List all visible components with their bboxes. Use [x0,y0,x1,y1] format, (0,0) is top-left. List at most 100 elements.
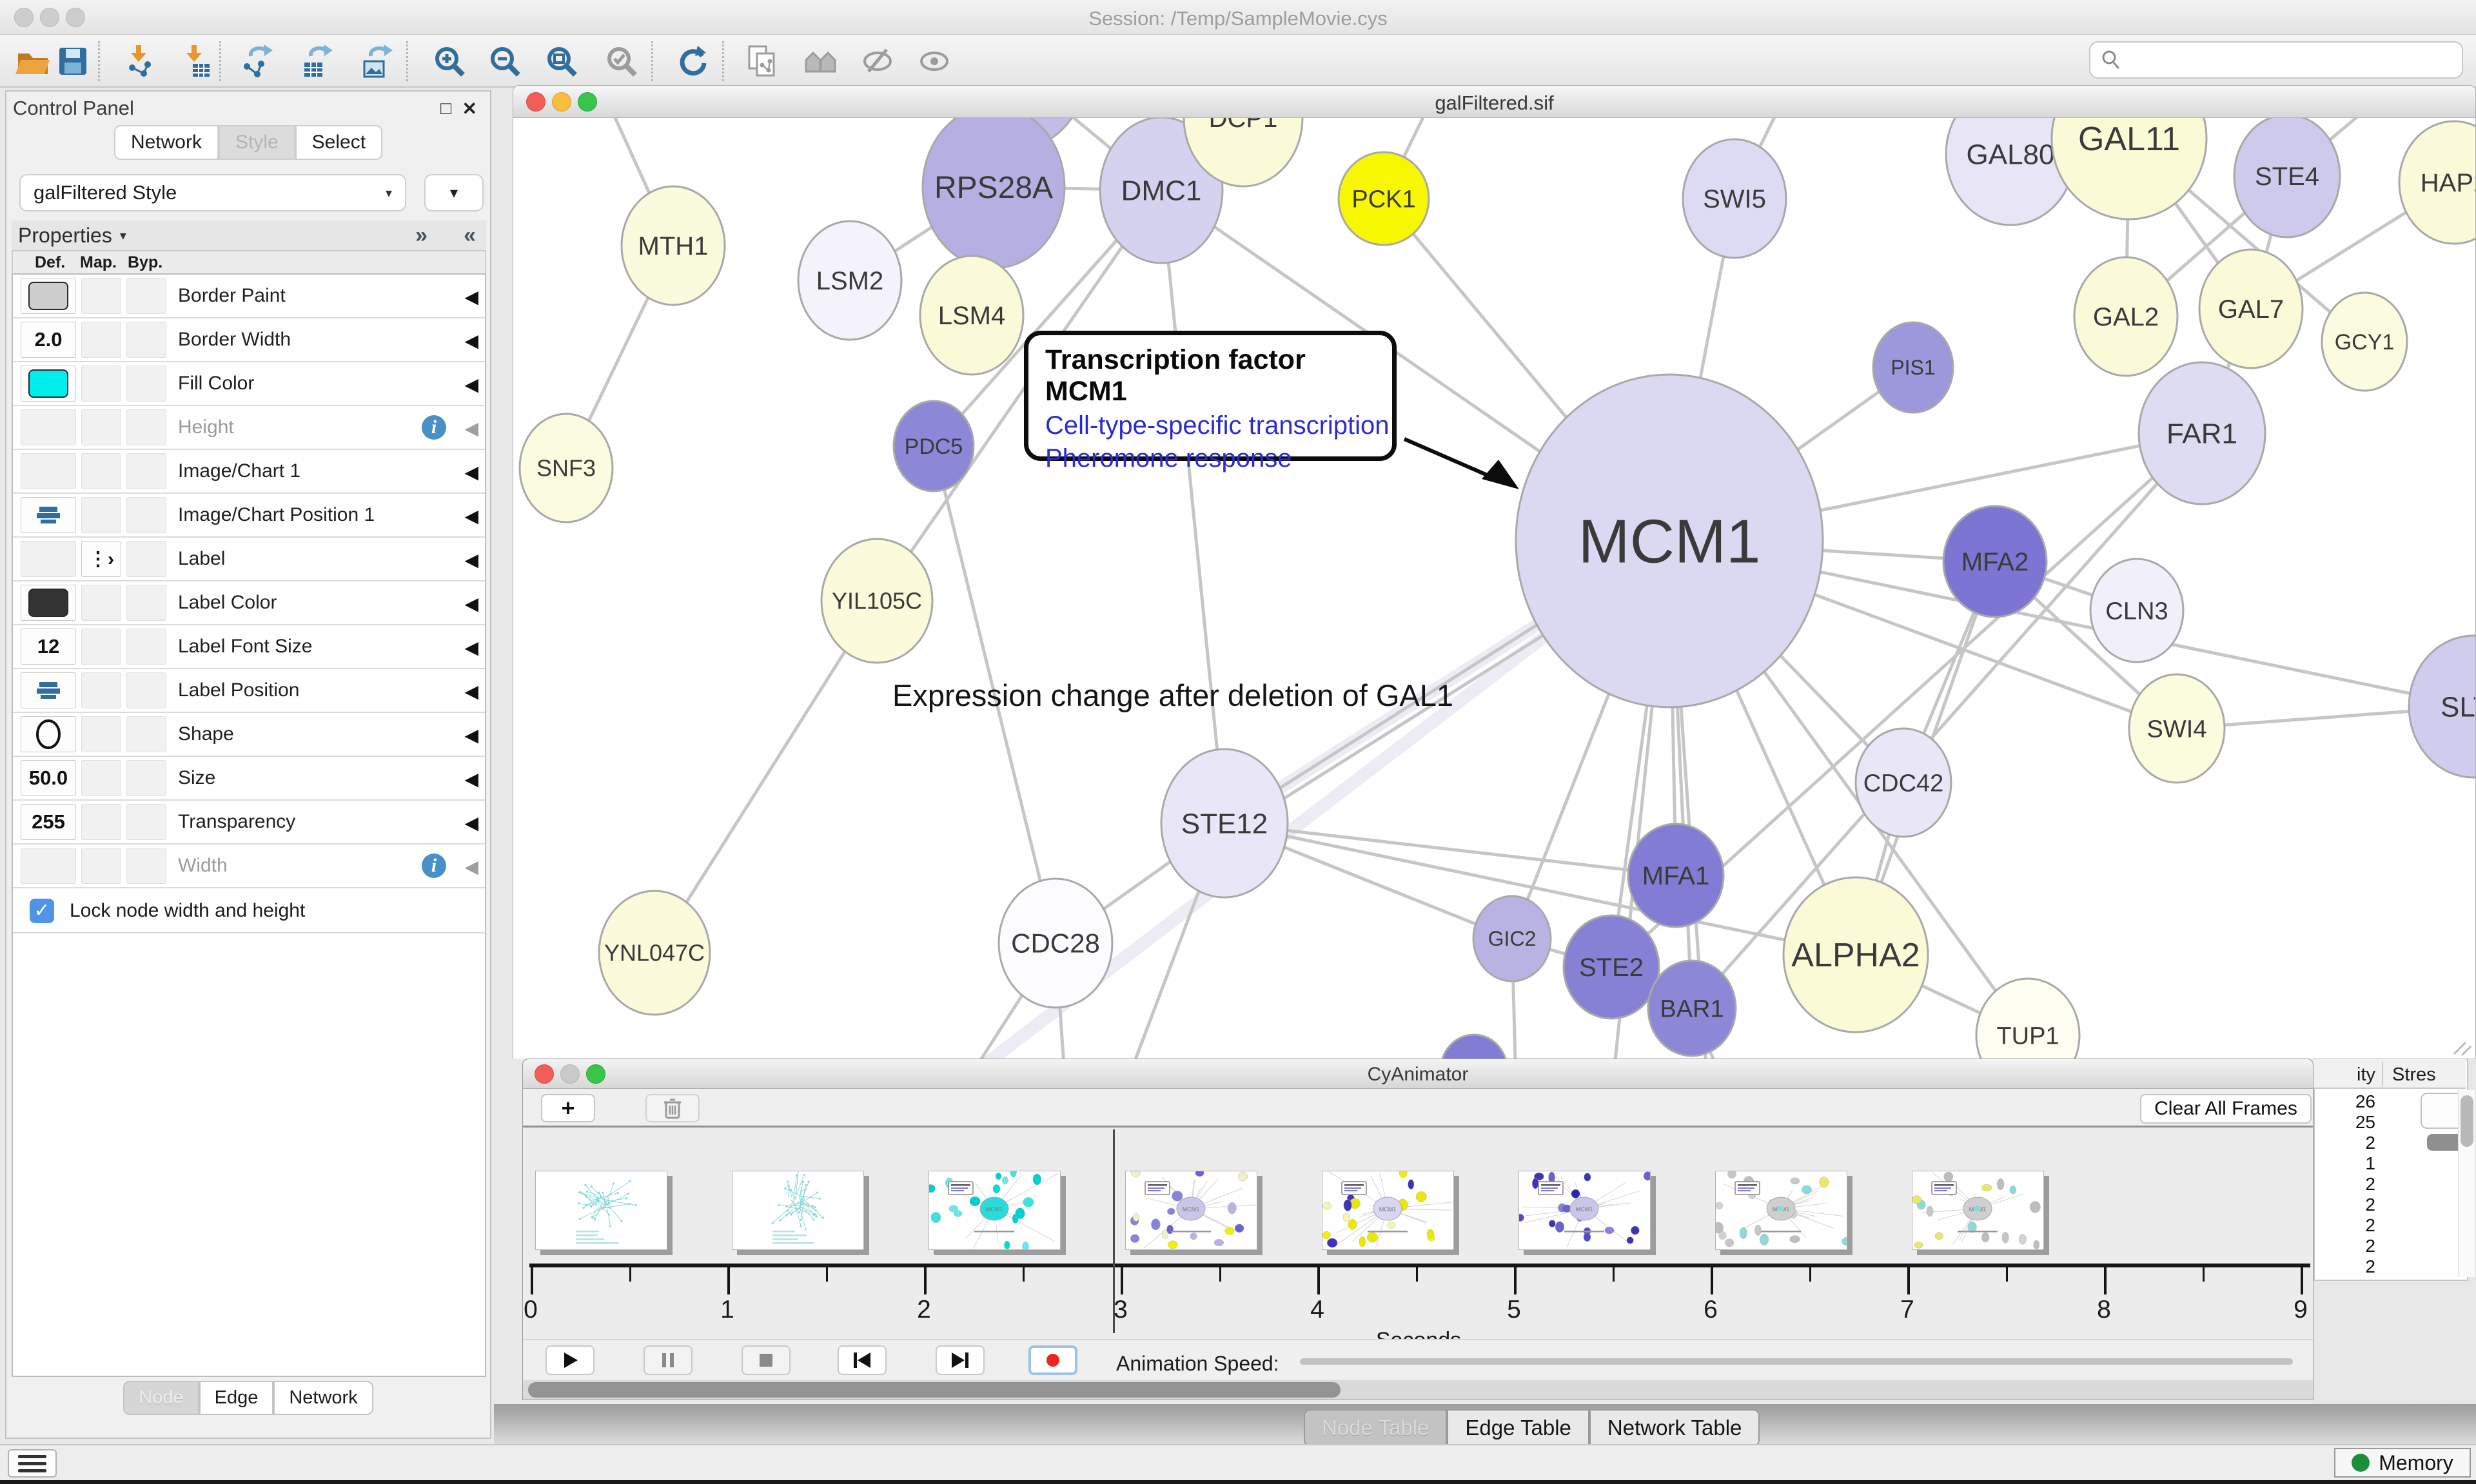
byp-cell[interactable] [126,672,166,708]
byp-cell[interactable] [126,409,166,445]
frame-thumbnail-6[interactable]: MCM1 [1715,1171,1847,1250]
expand-property-icon[interactable]: ◀ [464,637,478,658]
property-row-border-paint[interactable]: Border Paint◀ [13,275,485,318]
def-cell[interactable] [21,453,76,489]
show-all-button[interactable] [916,43,953,80]
node-PIS1[interactable]: PIS1 [1873,322,1953,413]
save-session-button[interactable] [54,43,92,80]
export-table-button[interactable] [299,43,336,80]
node-GIC2[interactable]: GIC2 [1473,896,1551,981]
zoom-in-button[interactable] [431,43,468,80]
expand-property-icon[interactable]: ◀ [464,593,478,614]
results-row[interactable]: 2 [2314,1256,2375,1277]
def-cell[interactable] [21,716,76,752]
frame-thumbnail-1[interactable] [732,1171,864,1250]
zoom-selected-button[interactable] [603,43,640,80]
node-BAR1[interactable]: BAR1 [1648,961,1736,1056]
resize-grip-icon[interactable] [2454,1042,2471,1055]
expand-property-icon[interactable]: ◀ [464,681,478,702]
def-cell[interactable] [21,672,76,708]
def-cell[interactable] [21,497,76,533]
clear-all-frames-button[interactable]: Clear All Frames [2140,1094,2312,1124]
node-MTH1[interactable]: MTH1 [622,186,725,305]
cyanimator-titlebar[interactable]: CyAnimator [523,1059,2313,1089]
map-cell[interactable] [81,366,121,402]
zoom-out-button[interactable] [486,43,524,80]
byp-cell[interactable] [126,366,166,402]
map-cell[interactable] [81,716,121,752]
node-GCY1[interactable]: GCY1 [2322,293,2407,391]
export-image-button[interactable] [359,43,396,80]
map-cell[interactable] [81,322,121,358]
node-PDC5[interactable]: PDC5 [894,401,974,491]
expand-all-icon[interactable]: » [415,223,427,248]
lock-dimensions-checkbox[interactable]: ✓ [30,899,54,923]
byp-cell[interactable] [126,453,166,489]
float-panel-icon[interactable]: □ [440,98,451,119]
node-LSM2[interactable]: LSM2 [798,221,901,340]
property-row-size[interactable]: 50.0Size◀ [13,757,485,801]
def-cell[interactable] [21,848,76,884]
results-row[interactable]: 1 [2314,1153,2375,1174]
style-combobox[interactable]: galFiltered Style ▾ [19,174,406,211]
node-RPS28A[interactable]: RPS28A [923,118,1065,268]
expand-property-icon[interactable]: ◀ [464,549,478,571]
map-cell[interactable] [81,497,121,533]
def-cell[interactable] [21,409,76,445]
node-clipped[interactable] [1440,1035,1508,1059]
network-canvas[interactable]: RPS28BRPS28ADMC1DCP1PCK1MTH1LSM2LSM4SNF3… [513,118,2475,1059]
search-input[interactable] [2089,41,2463,79]
property-row-fill-color[interactable]: Fill Color◀ [13,362,485,406]
pause-button[interactable] [644,1345,693,1375]
network-window-titlebar[interactable]: galFiltered.sif [513,86,2475,118]
node-MFA1[interactable]: MFA1 [1628,824,1724,927]
properties-header[interactable]: Properties ▾ » « [12,220,486,250]
property-row-width[interactable]: Widthi◀ [13,845,485,888]
scrollbar-thumb[interactable] [2461,1095,2473,1147]
node-SWI4[interactable]: SWI4 [2129,674,2225,783]
tab-node-table[interactable]: Node Table [1304,1409,1447,1447]
byp-cell[interactable] [126,848,166,884]
map-cell[interactable] [81,453,121,489]
map-cell[interactable] [81,585,121,621]
map-cell[interactable]: ⋮› [81,541,121,577]
results-row[interactable]: 26 [2314,1091,2375,1112]
node-HAP2[interactable]: HAP2 [2399,121,2475,244]
network-graph[interactable]: RPS28BRPS28ADMC1DCP1PCK1MTH1LSM2LSM4SNF3… [513,118,2475,1059]
results-row[interactable]: 2 [2314,1174,2375,1195]
node-SNF3[interactable]: SNF3 [520,414,613,522]
property-row-label[interactable]: ⋮›Label◀ [13,538,485,581]
timeline-scrollbar[interactable] [523,1380,2313,1400]
refresh-button[interactable] [674,43,711,80]
frame-thumbnail-7[interactable]: MCM1 [1912,1171,2044,1250]
node-STE2[interactable]: STE2 [1564,915,1659,1019]
def-cell[interactable] [21,585,76,621]
property-row-shape[interactable]: Shape◀ [13,713,485,757]
node-YNL047C[interactable]: YNL047C [599,891,710,1015]
byp-cell[interactable] [126,804,166,840]
results-row[interactable]: 2 [2314,1215,2375,1236]
hide-selected-button[interactable] [859,43,896,80]
frame-thumbnail-2[interactable]: MCM1 [928,1171,1061,1250]
collapse-all-icon[interactable]: « [464,223,476,248]
open-session-button[interactable] [14,43,52,80]
frame-thumbnail-4[interactable]: MCM1 [1322,1171,1454,1250]
skip-end-button[interactable] [936,1345,985,1375]
results-row[interactable]: 2 [2314,1236,2375,1256]
def-cell[interactable]: 50.0 [21,760,76,796]
zoom-fit-button[interactable] [543,43,580,80]
timeline[interactable]: Seconds 0123456789MCM1MCM1MCM1MCM1MCM1MC… [523,1129,2313,1339]
byp-cell[interactable] [126,541,166,577]
tab-select[interactable]: Select [295,125,382,160]
map-cell[interactable] [81,760,121,796]
expand-property-icon[interactable]: ◀ [464,505,478,527]
property-row-image-chart-position-1[interactable]: Image/Chart Position 1◀ [13,494,485,538]
node-STE12[interactable]: STE12 [1161,749,1288,897]
map-cell[interactable] [81,278,121,314]
node-CLN3[interactable]: CLN3 [2090,559,2183,662]
expand-property-icon[interactable]: ◀ [464,768,478,790]
results-row[interactable]: 2 [2314,1133,2375,1153]
animation-speed-slider[interactable] [1300,1358,2293,1365]
export-network-button[interactable] [239,43,276,80]
node-SLT2[interactable]: SLT2 [2409,636,2475,777]
